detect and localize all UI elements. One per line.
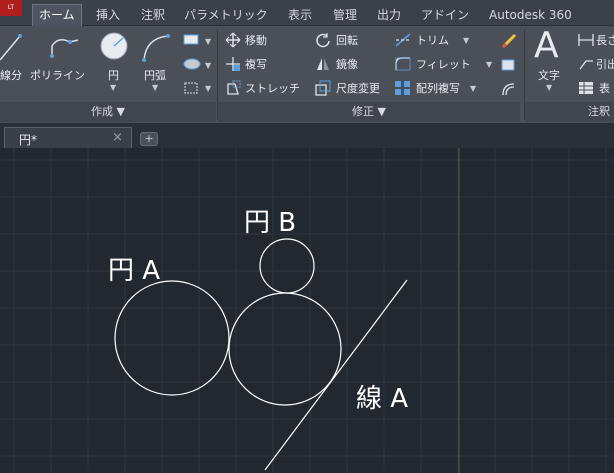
tab-view[interactable]: 表示 (288, 6, 312, 26)
arc-tool-icon[interactable] (140, 32, 172, 62)
leader-label[interactable]: 引出 (596, 56, 614, 72)
array-dropdown-icon[interactable]: ▼ (470, 84, 476, 93)
app-menu-button[interactable]: LT (0, 0, 22, 16)
circle-tool-label[interactable]: 円 (108, 67, 119, 83)
tab-parametric[interactable]: パラメトリック (184, 6, 268, 26)
document-tab-bar: 円* × + (0, 124, 614, 148)
new-tab-button[interactable]: + (140, 132, 158, 146)
drawing-area[interactable] (0, 148, 614, 473)
circle-a[interactable] (114, 280, 230, 396)
scale-label[interactable]: 尺度変更 (336, 80, 380, 96)
polyline-tool-label[interactable]: ポリライン (30, 67, 85, 83)
modify-panel-title[interactable]: 修正 ▼ (218, 102, 520, 122)
tab-insert[interactable]: 挿入 (96, 6, 120, 26)
trim-label[interactable]: トリム (416, 32, 449, 48)
array-icon[interactable] (394, 80, 412, 96)
arc-tool-label[interactable]: 円弧 (144, 67, 166, 83)
region-dropdown-icon[interactable]: ▼ (205, 84, 211, 93)
tab-output[interactable]: 出力 (377, 6, 401, 26)
tab-manage[interactable]: 管理 (333, 6, 357, 26)
close-icon[interactable]: × (112, 130, 123, 145)
hatch-dropdown-icon[interactable]: ▼ (205, 61, 211, 70)
document-tab-label: 円* (19, 133, 38, 147)
circle-c[interactable] (228, 292, 342, 406)
polyline-tool-icon[interactable] (48, 32, 82, 62)
hatch-tool-icon[interactable] (183, 58, 201, 70)
rectangle-tool-icon[interactable] (183, 34, 201, 46)
text-tool-label[interactable]: 文字 (538, 67, 560, 83)
scale-icon[interactable] (315, 80, 331, 96)
arc-dropdown-icon[interactable]: ▼ (152, 83, 158, 92)
circle-b[interactable] (259, 238, 315, 294)
line-a-label: 線 A (356, 384, 409, 414)
grid (0, 148, 614, 473)
rotate-label[interactable]: 回転 (336, 32, 358, 48)
ribbon: 線分 ポリライン 円 ▼ 円弧 ▼ ▼ ▼ ▼ 作成 ▼ 移動 回転 トリム ▼… (0, 26, 614, 124)
copy-icon[interactable] (225, 56, 241, 72)
mirror-icon[interactable] (315, 56, 331, 72)
fillet-dropdown-icon[interactable]: ▼ (486, 60, 492, 69)
array-label[interactable]: 配列複写 (416, 80, 460, 96)
move-label[interactable]: 移動 (245, 32, 267, 48)
fillet-label[interactable]: フィレット (416, 56, 471, 72)
text-tool-icon[interactable]: A (534, 26, 559, 66)
copy-label[interactable]: 複写 (245, 56, 267, 72)
tab-autodesk360[interactable]: Autodesk 360 (489, 6, 572, 26)
line-tool-label[interactable]: 線分 (0, 67, 22, 83)
mirror-label[interactable]: 鏡像 (336, 56, 358, 72)
offset-icon[interactable] (500, 80, 518, 98)
modify-panel-expand-icon: ▼ (377, 105, 386, 118)
annotation-panel-title[interactable]: 注釈 (525, 102, 614, 122)
dimension-icon[interactable] (578, 33, 594, 47)
circle-tool-icon[interactable] (98, 30, 130, 62)
drawing-canvas[interactable]: 円 B 円 A 線 A (0, 148, 614, 473)
rotate-icon[interactable] (315, 32, 331, 48)
fillet-icon[interactable] (394, 56, 412, 72)
tab-addins[interactable]: アドイン (421, 6, 469, 26)
rectangle-dropdown-icon[interactable]: ▼ (205, 37, 211, 46)
draw-panel-title-label: 作成 (91, 105, 114, 118)
table-icon[interactable] (578, 81, 594, 95)
annotation-panel-title-label: 注釈 (588, 105, 610, 118)
document-tab[interactable]: 円* × (4, 127, 132, 148)
trim-dropdown-icon[interactable]: ▼ (463, 36, 469, 45)
draw-panel-title[interactable]: 作成 ▼ (0, 102, 216, 122)
circle-dropdown-icon[interactable]: ▼ (110, 83, 116, 92)
modify-panel-title-label: 修正 (352, 105, 375, 118)
stretch-icon[interactable] (225, 80, 241, 96)
table-label[interactable]: 表 (599, 80, 610, 96)
move-icon[interactable] (225, 32, 241, 48)
circle-a-label: 円 A (108, 256, 161, 286)
circle-b-label: 円 B (244, 208, 297, 238)
stretch-label[interactable]: ストレッチ (245, 80, 300, 96)
dimension-label[interactable]: 長さ (596, 32, 614, 48)
text-dropdown-icon[interactable]: ▼ (546, 83, 552, 92)
explode-icon[interactable] (500, 56, 518, 74)
trim-icon[interactable] (394, 32, 412, 48)
ribbon-tab-bar: LT ホーム 挿入 注釈 パラメトリック 表示 管理 出力 アドイン Autod… (0, 0, 614, 26)
region-tool-icon[interactable] (183, 81, 201, 95)
erase-icon[interactable] (500, 32, 518, 50)
tab-home[interactable]: ホーム (32, 4, 82, 26)
tab-annotate[interactable]: 注釈 (141, 6, 165, 26)
draw-panel-expand-icon: ▼ (116, 105, 125, 118)
line-tool-icon[interactable] (0, 32, 22, 62)
leader-icon[interactable] (578, 57, 594, 71)
